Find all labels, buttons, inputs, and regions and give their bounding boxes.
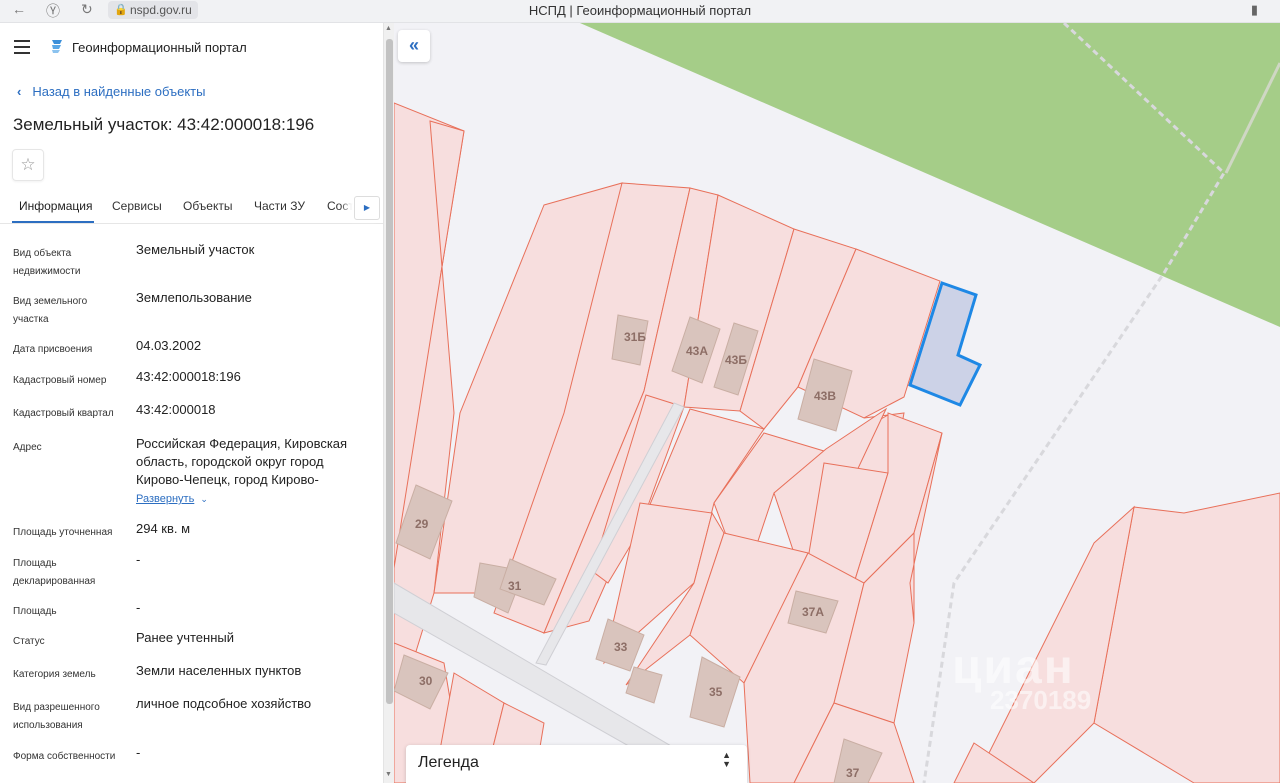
tabs-bar: Информация Сервисы Объекты Части ЗУ Сост…	[0, 193, 383, 224]
address-text: Российская Федерация, Кировская область,…	[136, 436, 348, 487]
info-label: Статус	[13, 636, 45, 647]
info-value: 04.03.2002	[136, 338, 202, 353]
favorite-star-button[interactable]: ☆	[12, 149, 44, 181]
double-chevron-left-icon: «	[408, 35, 419, 55]
updown-chevron-icon: ▲ ▼	[722, 750, 731, 769]
building-label: 31Б	[624, 330, 646, 344]
info-value: Землепользование	[136, 290, 252, 305]
tabs-fade	[340, 193, 354, 221]
building-label: 31	[508, 579, 522, 593]
info-label: Адрес	[13, 442, 42, 453]
building-label: 37А	[802, 605, 824, 619]
scroll-down-icon[interactable]: ▼	[385, 771, 392, 778]
info-label: Площадь декларированная	[13, 558, 96, 587]
building-label: 43Б	[725, 353, 747, 367]
expand-address-link[interactable]: Развернуть ⌄	[136, 489, 371, 508]
page-tab-title: НСПД | Геоинформационный портал	[528, 3, 752, 18]
info-value: 43:42:000018	[136, 402, 216, 417]
info-value: Ранее учтенный	[136, 630, 234, 645]
active-tab-indicator	[12, 221, 94, 223]
info-value: 43:42:000018:196	[136, 369, 241, 384]
info-label: Вид объекта недвижимости	[13, 248, 81, 277]
portal-logo-icon	[52, 40, 62, 53]
info-value: личное подсобное хозяйство	[136, 696, 312, 711]
info-label: Дата присвоения	[13, 344, 93, 355]
tabs-scroll-right-button[interactable]: ▶	[354, 196, 380, 220]
info-value: 294 кв. м	[136, 521, 191, 536]
chevron-left-icon: ‹	[17, 84, 22, 99]
menu-icon[interactable]	[14, 40, 30, 58]
info-value: Земельный участок	[136, 242, 255, 257]
portal-name: Геоинформационный портал	[72, 40, 247, 55]
back-to-results-link[interactable]: ‹ Назад в найденные объекты	[17, 84, 205, 99]
info-label: Площадь	[13, 606, 57, 617]
back-label: Назад в найденные объекты	[32, 84, 206, 99]
building-label: 29	[415, 517, 429, 531]
tab-parts[interactable]: Части ЗУ	[254, 199, 305, 213]
cian-watermark-id: 2370189	[990, 685, 1092, 715]
info-label: Форма собственности	[13, 751, 116, 762]
building-label: 43А	[686, 344, 708, 358]
building-label: 43В	[814, 389, 836, 403]
star-icon: ☆	[20, 155, 36, 174]
map-svg[interactable]: 31Б 43А 43Б 43В 29 31 37А 33 35 30 37	[394, 23, 1280, 783]
tab-information[interactable]: Информация	[19, 199, 92, 213]
info-label: Категория земель	[13, 669, 96, 680]
scroll-up-icon[interactable]: ▲	[385, 25, 392, 32]
tab-services[interactable]: Сервисы	[112, 199, 162, 213]
info-label: Кадастровый квартал	[13, 408, 114, 419]
building-label: 30	[419, 674, 433, 688]
building-label: 37	[846, 766, 860, 780]
panel-header: Геоинформационный портал	[0, 23, 383, 71]
info-value: -	[136, 600, 141, 615]
info-value: -	[136, 745, 141, 760]
object-title: Земельный участок: 43:42:000018:196	[13, 115, 315, 134]
info-label: Кадастровый номер	[13, 375, 107, 386]
expand-label: Развернуть	[136, 493, 195, 505]
info-label: Вид разрешенного использования	[13, 702, 100, 731]
info-panel: Геоинформационный портал ‹ Назад в найден…	[0, 23, 383, 783]
info-label: Площадь уточненная	[13, 527, 113, 538]
info-label: Вид земельного участка	[13, 296, 88, 325]
browser-bar: ← Ⓨ ↻ 🔒 nspd.gov.ru НСПД | Геоинформацио…	[0, 0, 1280, 23]
info-value: Земли населенных пунктов	[136, 663, 302, 678]
collapse-panel-button[interactable]: «	[398, 30, 430, 62]
legend-dropdown[interactable]: Легенда ▲ ▼	[406, 745, 747, 783]
info-value-address: Российская Федерация, Кировская область,…	[136, 435, 371, 508]
chevron-down-icon: ⌄	[200, 494, 208, 504]
building-label: 33	[614, 640, 628, 654]
map-canvas[interactable]: 31Б 43А 43Б 43В 29 31 37А 33 35 30 37 ци…	[394, 23, 1280, 783]
legend-label: Легенда	[418, 754, 479, 771]
info-value: -	[136, 552, 141, 567]
scroll-thumb[interactable]	[386, 39, 393, 704]
bookmark-icon[interactable]: ▮	[1251, 2, 1258, 18]
tab-objects[interactable]: Объекты	[183, 199, 233, 213]
building-label: 35	[709, 685, 723, 699]
